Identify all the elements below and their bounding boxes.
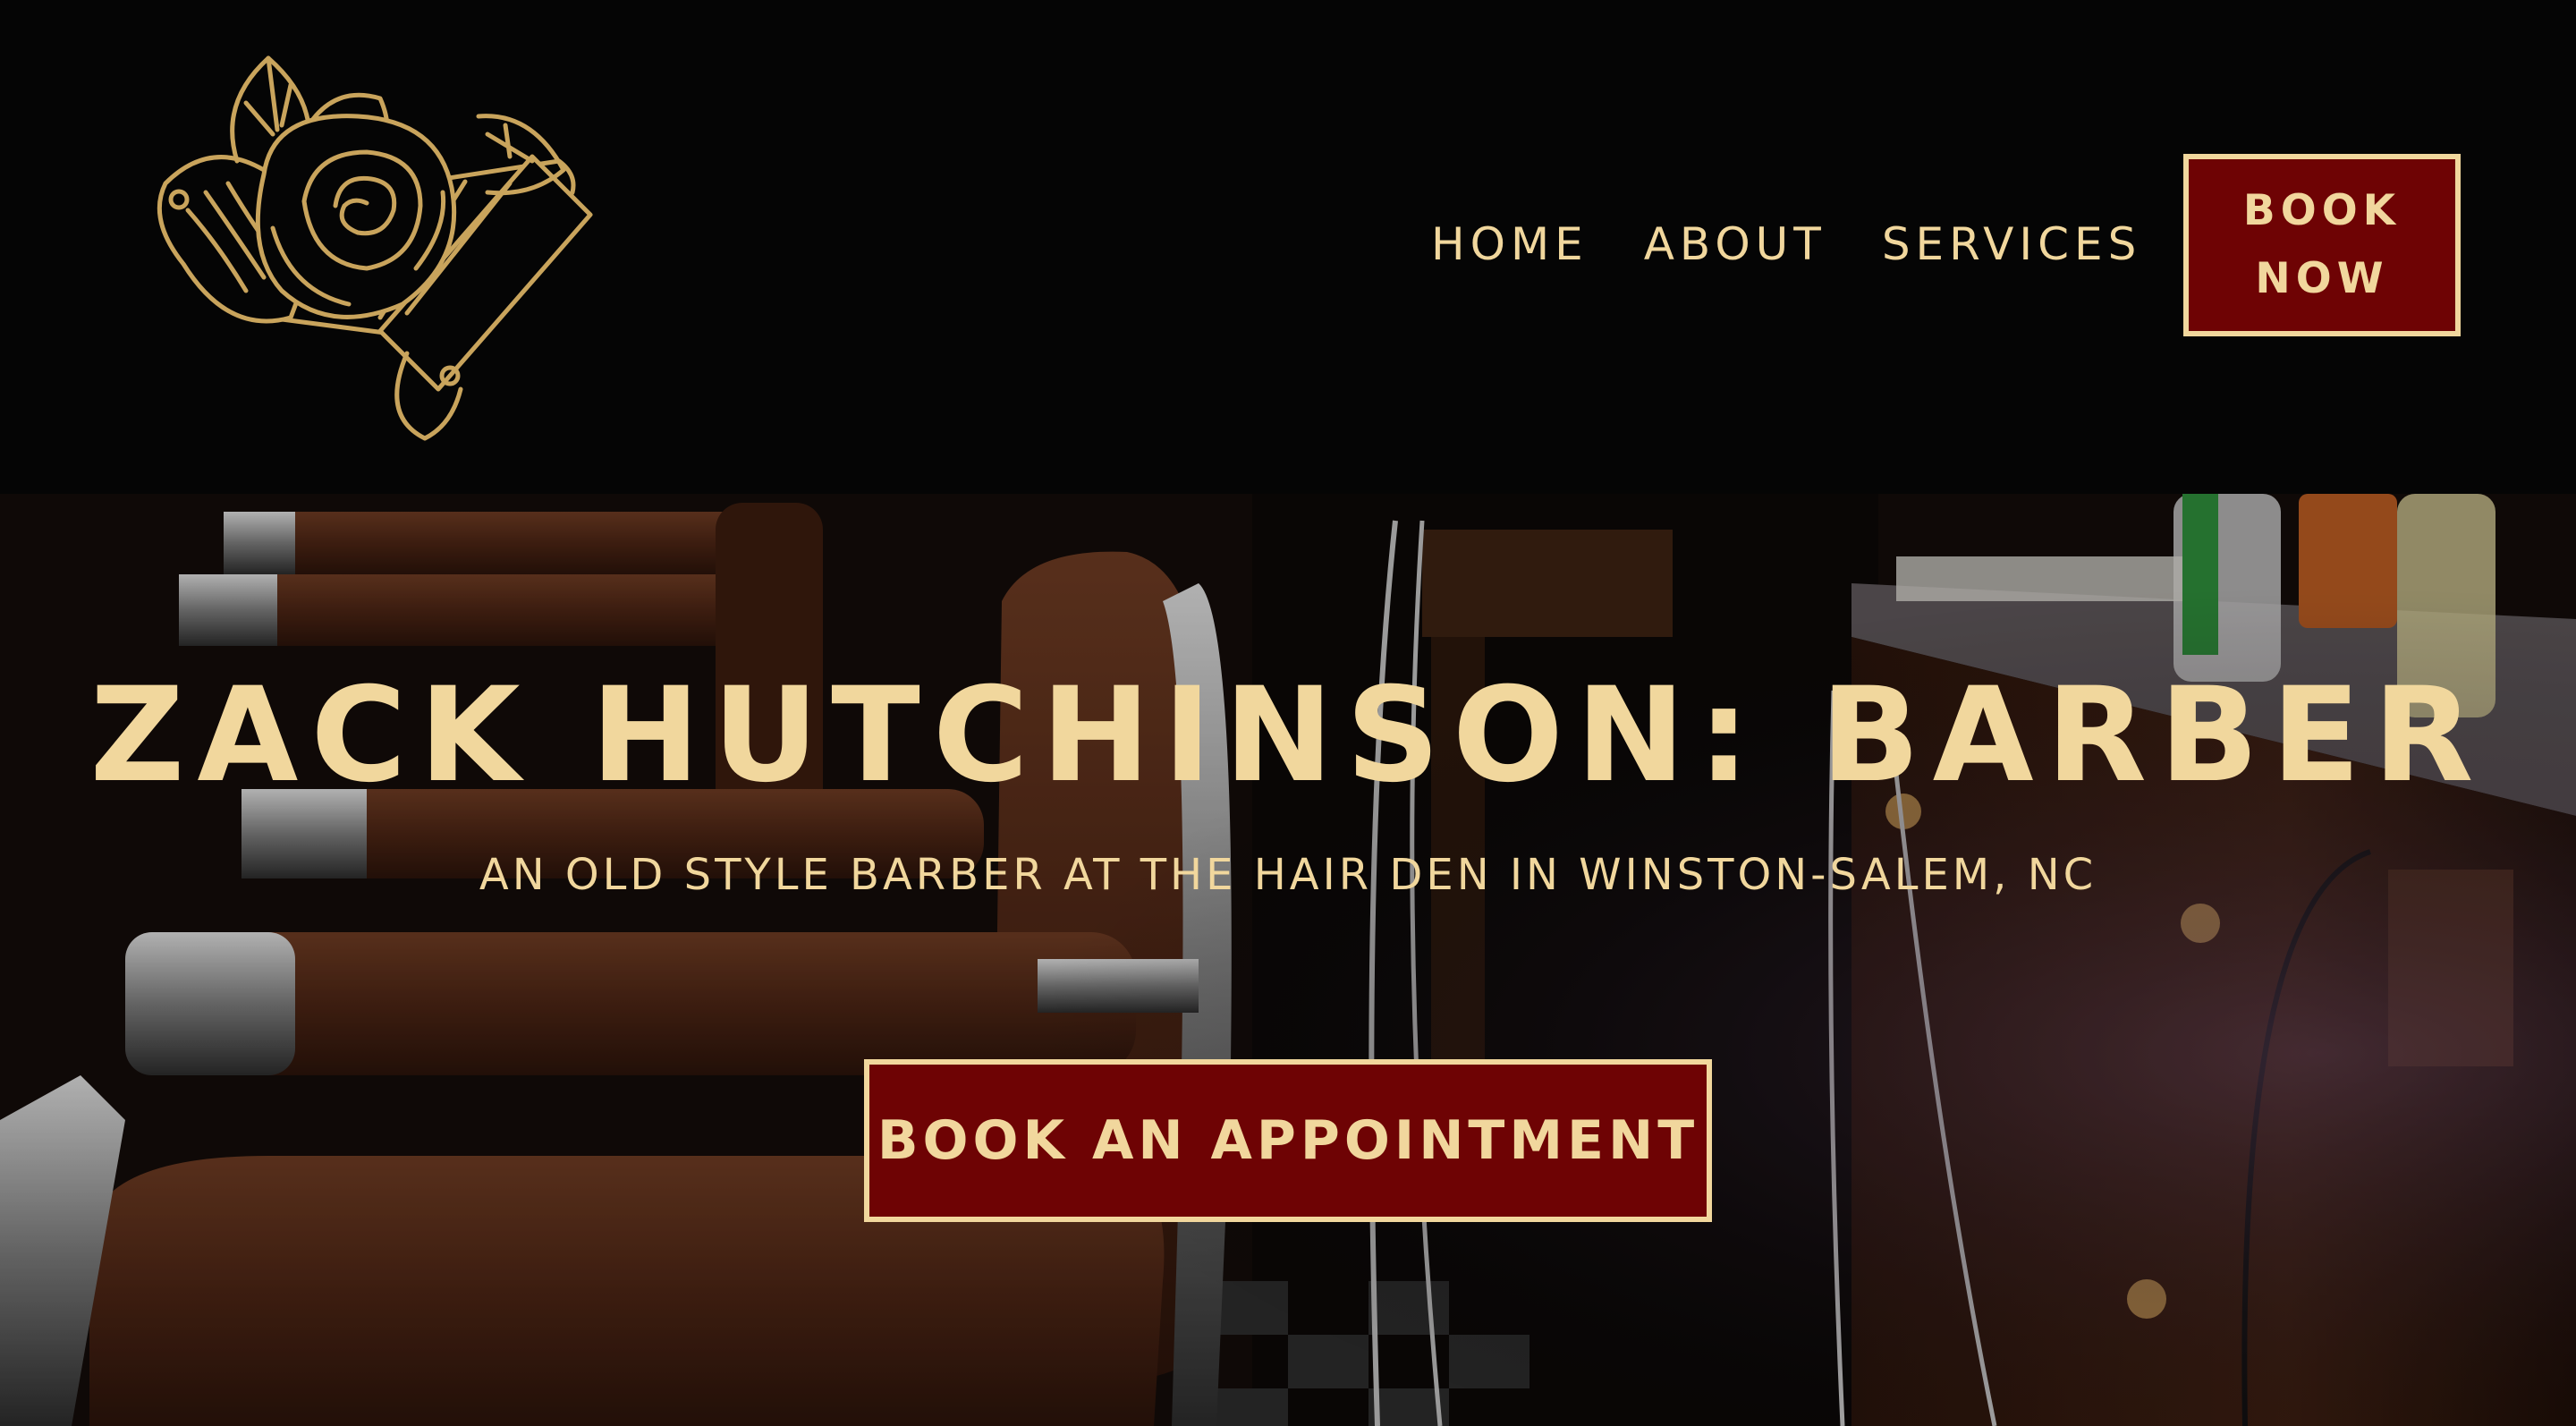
book-now-line1: BOOK xyxy=(2242,186,2402,235)
hero-title: ZACK HUTCHINSON: BARBER xyxy=(89,659,2487,811)
rose-razor-logo-icon[interactable] xyxy=(112,49,608,443)
book-now-button[interactable]: BOOK NOW xyxy=(2183,154,2461,336)
hero-section: ZACK HUTCHINSON: BARBER AN OLD STYLE BAR… xyxy=(0,494,2576,1426)
nav-services-link[interactable]: SERVICES xyxy=(1882,218,2142,270)
nav-home-link[interactable]: HOME xyxy=(1431,218,1589,270)
book-appointment-button[interactable]: BOOK AN APPOINTMENT xyxy=(864,1059,1712,1222)
site-header: HOME ABOUT SERVICES BOOK NOW xyxy=(0,0,2576,494)
hero-subtitle: AN OLD STYLE BARBER AT THE HAIR DEN IN W… xyxy=(479,850,2097,900)
main-nav: HOME ABOUT SERVICES xyxy=(1431,213,2197,276)
nav-about-link[interactable]: ABOUT xyxy=(1644,218,1826,270)
book-now-line2: NOW xyxy=(2255,254,2389,303)
hero-overlay xyxy=(0,494,2576,1426)
